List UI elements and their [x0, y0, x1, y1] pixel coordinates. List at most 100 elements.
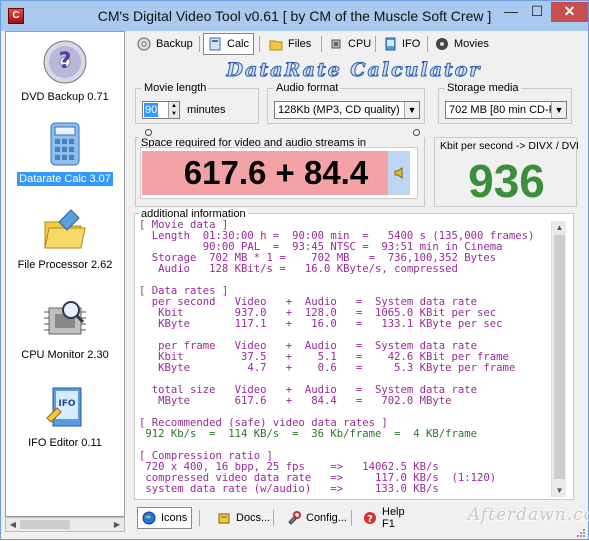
additional-information-text: [ Movie data ] Length 01:30:00 h = 90:00…	[139, 220, 553, 495]
kbit-per-second-label: Kbit per second -> DIVX / DVD	[440, 140, 578, 152]
range-marker-right[interactable]	[413, 129, 420, 136]
sidebar-horizontal-scrollbar[interactable]: ◀ ▶	[5, 517, 125, 532]
tab-separator	[427, 36, 428, 52]
scrollbar-thumb[interactable]	[20, 520, 70, 529]
tab-label: CPU	[348, 38, 372, 50]
movie-length-input[interactable]: 90	[144, 103, 158, 117]
folders-icon	[41, 206, 89, 254]
calc-icon	[208, 37, 222, 51]
speaker-icon[interactable]	[393, 166, 407, 180]
sidebar-item-ifo-editor[interactable]: IFO IFO Editor 0.11	[6, 384, 124, 450]
ifo-document-icon: IFO	[41, 384, 89, 432]
globe-icon	[142, 511, 156, 525]
close-button[interactable]: ✕	[551, 2, 588, 22]
tab-separator	[375, 36, 376, 52]
minimize-button[interactable]: —	[498, 2, 524, 22]
info-line: 912 Kb/s = 114 KB/s = 36 Kb/frame = 4 KB…	[139, 428, 478, 440]
svg-text:?: ?	[367, 514, 373, 525]
datarate-calculator-banner: DataRate Calculator	[226, 59, 482, 82]
kbit-per-second-value: 936	[468, 155, 545, 207]
audio-format-label: Audio format	[274, 82, 341, 94]
sidebar-item-label: Datarate Calc 3.07	[17, 172, 113, 186]
storage-media-select[interactable]: 702 MB [80 min CD-R] ▼	[445, 101, 567, 119]
svg-text:IFO: IFO	[58, 399, 75, 409]
help-icon: ?	[363, 511, 377, 525]
tab-calc[interactable]: Calc	[203, 33, 255, 55]
movies-icon	[435, 37, 449, 51]
tab-separator	[351, 510, 352, 526]
cpu-chip-icon	[41, 296, 89, 344]
sidebar-item-file-processor[interactable]: File Processor 2.62	[6, 206, 124, 272]
info-line: system data rate (w/audio) => 133.0 KB/s	[139, 483, 439, 495]
info-line: MByte 617.6 + 84.4 = 702.0 MByte	[139, 395, 452, 407]
chevron-down-icon[interactable]: ▼	[551, 102, 566, 118]
sidebar-item-cpu-monitor[interactable]: CPU Monitor 2.30	[6, 296, 124, 362]
sidebar-item-label: DVD Backup 0.71	[21, 91, 109, 103]
info-line: KByte 4.7 + 0.6 = 5.3 KByte per frame	[139, 362, 516, 374]
scroll-left-arrow-icon[interactable]: ◀	[6, 518, 20, 531]
afterdawn-watermark: Afterdawn.com	[468, 505, 589, 525]
scroll-down-arrow-icon[interactable]: ▼	[552, 484, 567, 497]
audio-format-value: 128Kb (MP3, CD quality)	[278, 104, 400, 116]
movie-length-spinner[interactable]: 90 ▲ ▼	[142, 101, 180, 119]
ifo-icon	[383, 37, 397, 51]
tab-backup[interactable]: Backup	[133, 33, 197, 55]
cpu-icon	[329, 37, 343, 51]
sidebar: ? DVD Backup 0.71 Datarate Calc 3.07 Fil…	[5, 31, 125, 517]
sidebar-item-label: CPU Monitor 2.30	[21, 349, 109, 361]
tab-movies[interactable]: Movies	[431, 33, 493, 55]
kbit-per-second-group: Kbit per second -> DIVX / DVD 936	[434, 137, 578, 207]
scroll-right-arrow-icon[interactable]: ▶	[110, 518, 124, 531]
svg-text:?: ?	[59, 49, 72, 74]
space-required-value: 617.6 + 84.4	[183, 154, 369, 191]
help-button[interactable]: ? Help F1	[359, 506, 409, 530]
config-button[interactable]: Config...	[283, 507, 351, 529]
sidebar-item-label: File Processor 2.62	[17, 259, 113, 271]
maximize-button[interactable]: ☐	[524, 2, 550, 22]
tab-separator	[199, 36, 200, 52]
tab-label: Movies	[454, 38, 489, 50]
info-line: Audio 128 KBit/s = 16.0 KByte/s, compres…	[139, 263, 458, 275]
info-vertical-scrollbar[interactable]: ▲ ▼	[551, 221, 566, 497]
tab-cpu[interactable]: CPU	[325, 33, 375, 55]
docs-button[interactable]: Docs...	[213, 507, 274, 529]
scroll-up-arrow-icon[interactable]: ▲	[552, 221, 567, 234]
storage-media-label: Storage media	[445, 82, 521, 94]
tab-label: Backup	[156, 38, 193, 50]
minutes-unit-label: minutes	[187, 104, 226, 116]
additional-information-panel[interactable]: additional information [ Movie data ] Le…	[134, 208, 574, 500]
tab-files[interactable]: Files	[265, 33, 315, 55]
tab-separator	[259, 36, 260, 52]
movie-length-group: Movie length 90 ▲ ▼ minutes	[135, 82, 259, 124]
storage-media-group: Storage media 702 MB [80 min CD-R] ▼	[438, 82, 572, 124]
docs-icon	[217, 511, 231, 525]
dvd-disc-icon: ?	[41, 38, 89, 86]
tab-separator	[273, 510, 274, 526]
storage-media-value: 702 MB [80 min CD-R]	[449, 104, 560, 116]
info-line: KByte 117.1 + 16.0 = 133.1 KByte per sec	[139, 318, 503, 330]
tab-label: Calc	[227, 38, 250, 50]
audio-format-group: Audio format 128Kb (MP3, CD quality) ▼	[267, 82, 425, 124]
files-icon	[269, 37, 283, 51]
backup-icon	[137, 37, 151, 51]
wrench-icon	[287, 511, 301, 525]
audio-format-select[interactable]: 128Kb (MP3, CD quality) ▼	[274, 101, 420, 119]
space-required-display: 617.6 + 84.4	[140, 147, 418, 199]
movie-length-label: Movie length	[142, 82, 209, 94]
tab-ifo[interactable]: IFO	[379, 33, 424, 55]
app-window: C CM's Digital Video Tool v0.61 [ by CM …	[0, 0, 589, 540]
chevron-down-icon[interactable]: ▼	[404, 102, 419, 118]
range-marker-left[interactable]	[145, 129, 152, 136]
tab-separator	[321, 36, 322, 52]
scrollbar-thumb[interactable]	[554, 235, 565, 479]
resize-grip-icon[interactable]	[575, 527, 586, 538]
sidebar-item-datarate-calc[interactable]: Datarate Calc 3.07	[6, 120, 124, 186]
spin-arrows-icon[interactable]: ▲ ▼	[168, 102, 179, 118]
config-button-label: Config...	[306, 512, 347, 524]
help-button-label: Help F1	[382, 506, 405, 530]
tab-separator	[199, 510, 200, 526]
icons-button[interactable]: Icons	[137, 507, 193, 529]
docs-button-label: Docs...	[236, 512, 271, 524]
title-bar[interactable]: C CM's Digital Video Tool v0.61 [ by CM …	[1, 1, 588, 31]
sidebar-item-dvd-backup[interactable]: ? DVD Backup 0.71	[6, 38, 124, 104]
